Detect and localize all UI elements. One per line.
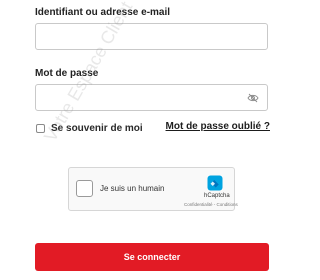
hcaptcha-logo-icon bbox=[207, 175, 223, 191]
eye-off-icon[interactable] bbox=[247, 93, 259, 103]
login-submit-button[interactable]: Se connecter bbox=[35, 243, 269, 271]
remember-label: Se souvenir de moi bbox=[51, 123, 143, 134]
password-field[interactable] bbox=[35, 84, 268, 112]
captcha-links[interactable]: Confidentialité - Conditions bbox=[184, 202, 238, 207]
captcha-brand: hCaptcha bbox=[204, 193, 230, 199]
remember-checkbox[interactable] bbox=[36, 124, 45, 133]
captcha-prompt: Je suis un humain bbox=[100, 184, 165, 193]
password-label: Mot de passe bbox=[35, 68, 99, 79]
identifier-field[interactable] bbox=[35, 23, 268, 51]
hcaptcha-widget: Je suis un humain hCaptcha Confidentiali… bbox=[68, 167, 238, 211]
login-page: Identifiant ou adresse e-mail Mot de pas… bbox=[0, 0, 300, 280]
identifier-label: Identifiant ou adresse e-mail bbox=[35, 7, 171, 18]
forgot-password-link[interactable]: Mot de passe oublié ? bbox=[166, 121, 270, 132]
password-input[interactable] bbox=[42, 85, 246, 112]
identifier-input[interactable] bbox=[42, 24, 246, 51]
captcha-checkbox[interactable] bbox=[76, 180, 93, 197]
